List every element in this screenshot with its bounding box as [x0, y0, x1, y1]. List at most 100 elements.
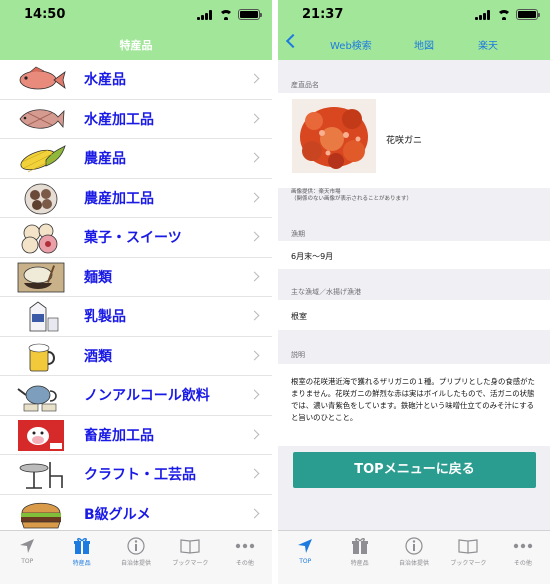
wifi-icon [497, 9, 511, 20]
list-item-label: クラフト・工芸品 [84, 467, 196, 483]
list-item-label: 農産品 [84, 151, 126, 167]
list-item-label: 麺類 [84, 269, 112, 286]
rakuten-link[interactable]: 楽天 [478, 37, 498, 52]
season-cell: 6月末〜9月 [278, 241, 550, 269]
status-bar: 21:37 [278, 0, 550, 28]
chevron-right-icon [249, 271, 260, 281]
tab-top[interactable]: TOP [0, 531, 54, 584]
chevron-right-icon [249, 73, 260, 84]
gift-icon [350, 537, 370, 555]
signal-icon [475, 9, 492, 20]
list-item[interactable]: ノンアルコール飲料 [0, 376, 272, 416]
right-screen: 21:37 Web検索 地図 楽天 産直品名 花咲ガニ 画像提供：楽天市場 （関… [278, 0, 550, 584]
status-time: 14:50 [24, 7, 66, 22]
book-icon [180, 537, 201, 555]
battery-icon [516, 9, 540, 20]
area-value: 根室 [291, 312, 307, 321]
tab-label: 特産品 [350, 560, 369, 567]
map-link[interactable]: 地図 [414, 37, 434, 52]
signal-icon [197, 9, 214, 20]
description-header: 説明 [291, 351, 305, 359]
tab-label: TOP [299, 558, 312, 565]
tab-label: その他 [235, 560, 254, 567]
sweets-icon [21, 223, 58, 254]
image-disclaimer: （関係のない画像が表示されることがあります） [291, 196, 413, 202]
list-item[interactable]: B級グルメ [0, 495, 272, 531]
list-item[interactable]: 水産品 [0, 60, 272, 100]
list-item[interactable]: 菓子・スイーツ [0, 218, 272, 258]
more-dots-icon [513, 537, 533, 555]
season-header: 漁期 [291, 230, 305, 238]
tab-specialty[interactable]: 特産品 [54, 531, 108, 584]
hamburger-icon [21, 502, 61, 528]
season-value: 6月末〜9月 [291, 252, 334, 261]
tab-label: その他 [513, 560, 532, 567]
tab-label: ブックマーク [450, 560, 487, 567]
noodle-bowl-icon [17, 262, 65, 292]
chevron-right-icon [249, 468, 260, 479]
tab-label: 特産品 [72, 560, 91, 567]
nav-bar: Web検索 地図 楽天 [278, 28, 550, 60]
status-icons [475, 9, 540, 20]
tab-municipality[interactable]: 自治体提供 [387, 531, 441, 584]
list-item[interactable]: 畜産加工品 [0, 416, 272, 455]
red-snapper-icon [19, 66, 66, 90]
list-item-label: 酒類 [84, 348, 112, 365]
list-item[interactable]: 農産品 [0, 139, 272, 179]
chevron-right-icon [249, 152, 260, 163]
tab-specialty[interactable]: 特産品 [332, 531, 386, 584]
list-item-label: 畜産加工品 [84, 427, 154, 444]
top-menu-button[interactable]: TOPメニューに戻る [293, 452, 536, 488]
dried-fruit-basket-icon [24, 183, 58, 214]
tab-label: TOP [21, 558, 34, 565]
product-name-header: 産直品名 [291, 81, 319, 89]
list-item[interactable]: 農産加工品 [0, 179, 272, 218]
back-chevron-icon[interactable] [285, 33, 301, 49]
web-search-link[interactable]: Web検索 [330, 37, 372, 52]
king-crab-photo [292, 99, 376, 173]
image-credit: 画像提供：楽天市場 [291, 189, 341, 195]
tab-bar: TOP 特産品 自治体提供 ブックマーク その他 [278, 530, 550, 584]
tab-other[interactable]: その他 [218, 531, 272, 584]
list-item[interactable]: 乳製品 [0, 297, 272, 337]
list-item-label: 水産加工品 [84, 111, 154, 128]
tab-top[interactable]: TOP [278, 531, 332, 584]
list-item[interactable]: 酒類 [0, 337, 272, 376]
description-cell: 根室の花咲港近海で獲れるザリガニの１種。プリプリとした身の食感がたまりません。花… [278, 364, 550, 446]
list-item[interactable]: クラフト・工芸品 [0, 455, 272, 495]
tab-bookmark[interactable]: ブックマーク [163, 531, 217, 584]
chevron-right-icon [249, 508, 260, 518]
tab-other[interactable]: その他 [496, 531, 550, 584]
location-arrow-icon [17, 537, 37, 555]
chevron-right-icon [249, 310, 260, 321]
list-item-label: B級グルメ [84, 506, 151, 523]
list-item[interactable]: 水産加工品 [0, 100, 272, 139]
list-item-label: 農産加工品 [84, 190, 154, 207]
beef-cow-icon [18, 419, 64, 451]
tab-label: 自治体提供 [399, 560, 430, 567]
page-title: 特産品 [119, 39, 153, 52]
wifi-icon [219, 9, 233, 20]
more-dots-icon [235, 537, 255, 555]
gift-icon [72, 537, 92, 555]
chevron-right-icon [249, 389, 260, 400]
tab-bar: TOP 特産品 自治体提供 ブックマーク その他 [0, 530, 272, 584]
description-text: 根室の花咲港近海で獲れるザリガニの１種。プリプリとした身の食感がたまりません。花… [291, 377, 535, 422]
status-time: 21:37 [302, 7, 344, 22]
dried-fish-icon [19, 108, 65, 129]
chevron-right-icon [249, 113, 260, 123]
left-screen: 14:50 特産品 水産品 水産加工品 農産品 農産加工品 菓子・スイーツ 麺類… [0, 0, 272, 584]
tab-label: ブックマーク [172, 560, 209, 567]
status-icons [197, 9, 262, 20]
product-cell: 花咲ガニ 画像提供：楽天市場 （関係のない画像が表示されることがあります） [278, 93, 550, 202]
list-item[interactable]: 麺類 [0, 258, 272, 297]
tab-bookmark[interactable]: ブックマーク [441, 531, 495, 584]
chevron-right-icon [249, 429, 260, 439]
chair-table-icon [19, 462, 63, 489]
info-icon [404, 537, 424, 555]
location-arrow-icon [295, 537, 315, 555]
status-bar: 14:50 [0, 0, 272, 28]
tab-municipality[interactable]: 自治体提供 [109, 531, 163, 584]
book-icon [458, 537, 479, 555]
list-item-label: 乳製品 [84, 309, 126, 325]
